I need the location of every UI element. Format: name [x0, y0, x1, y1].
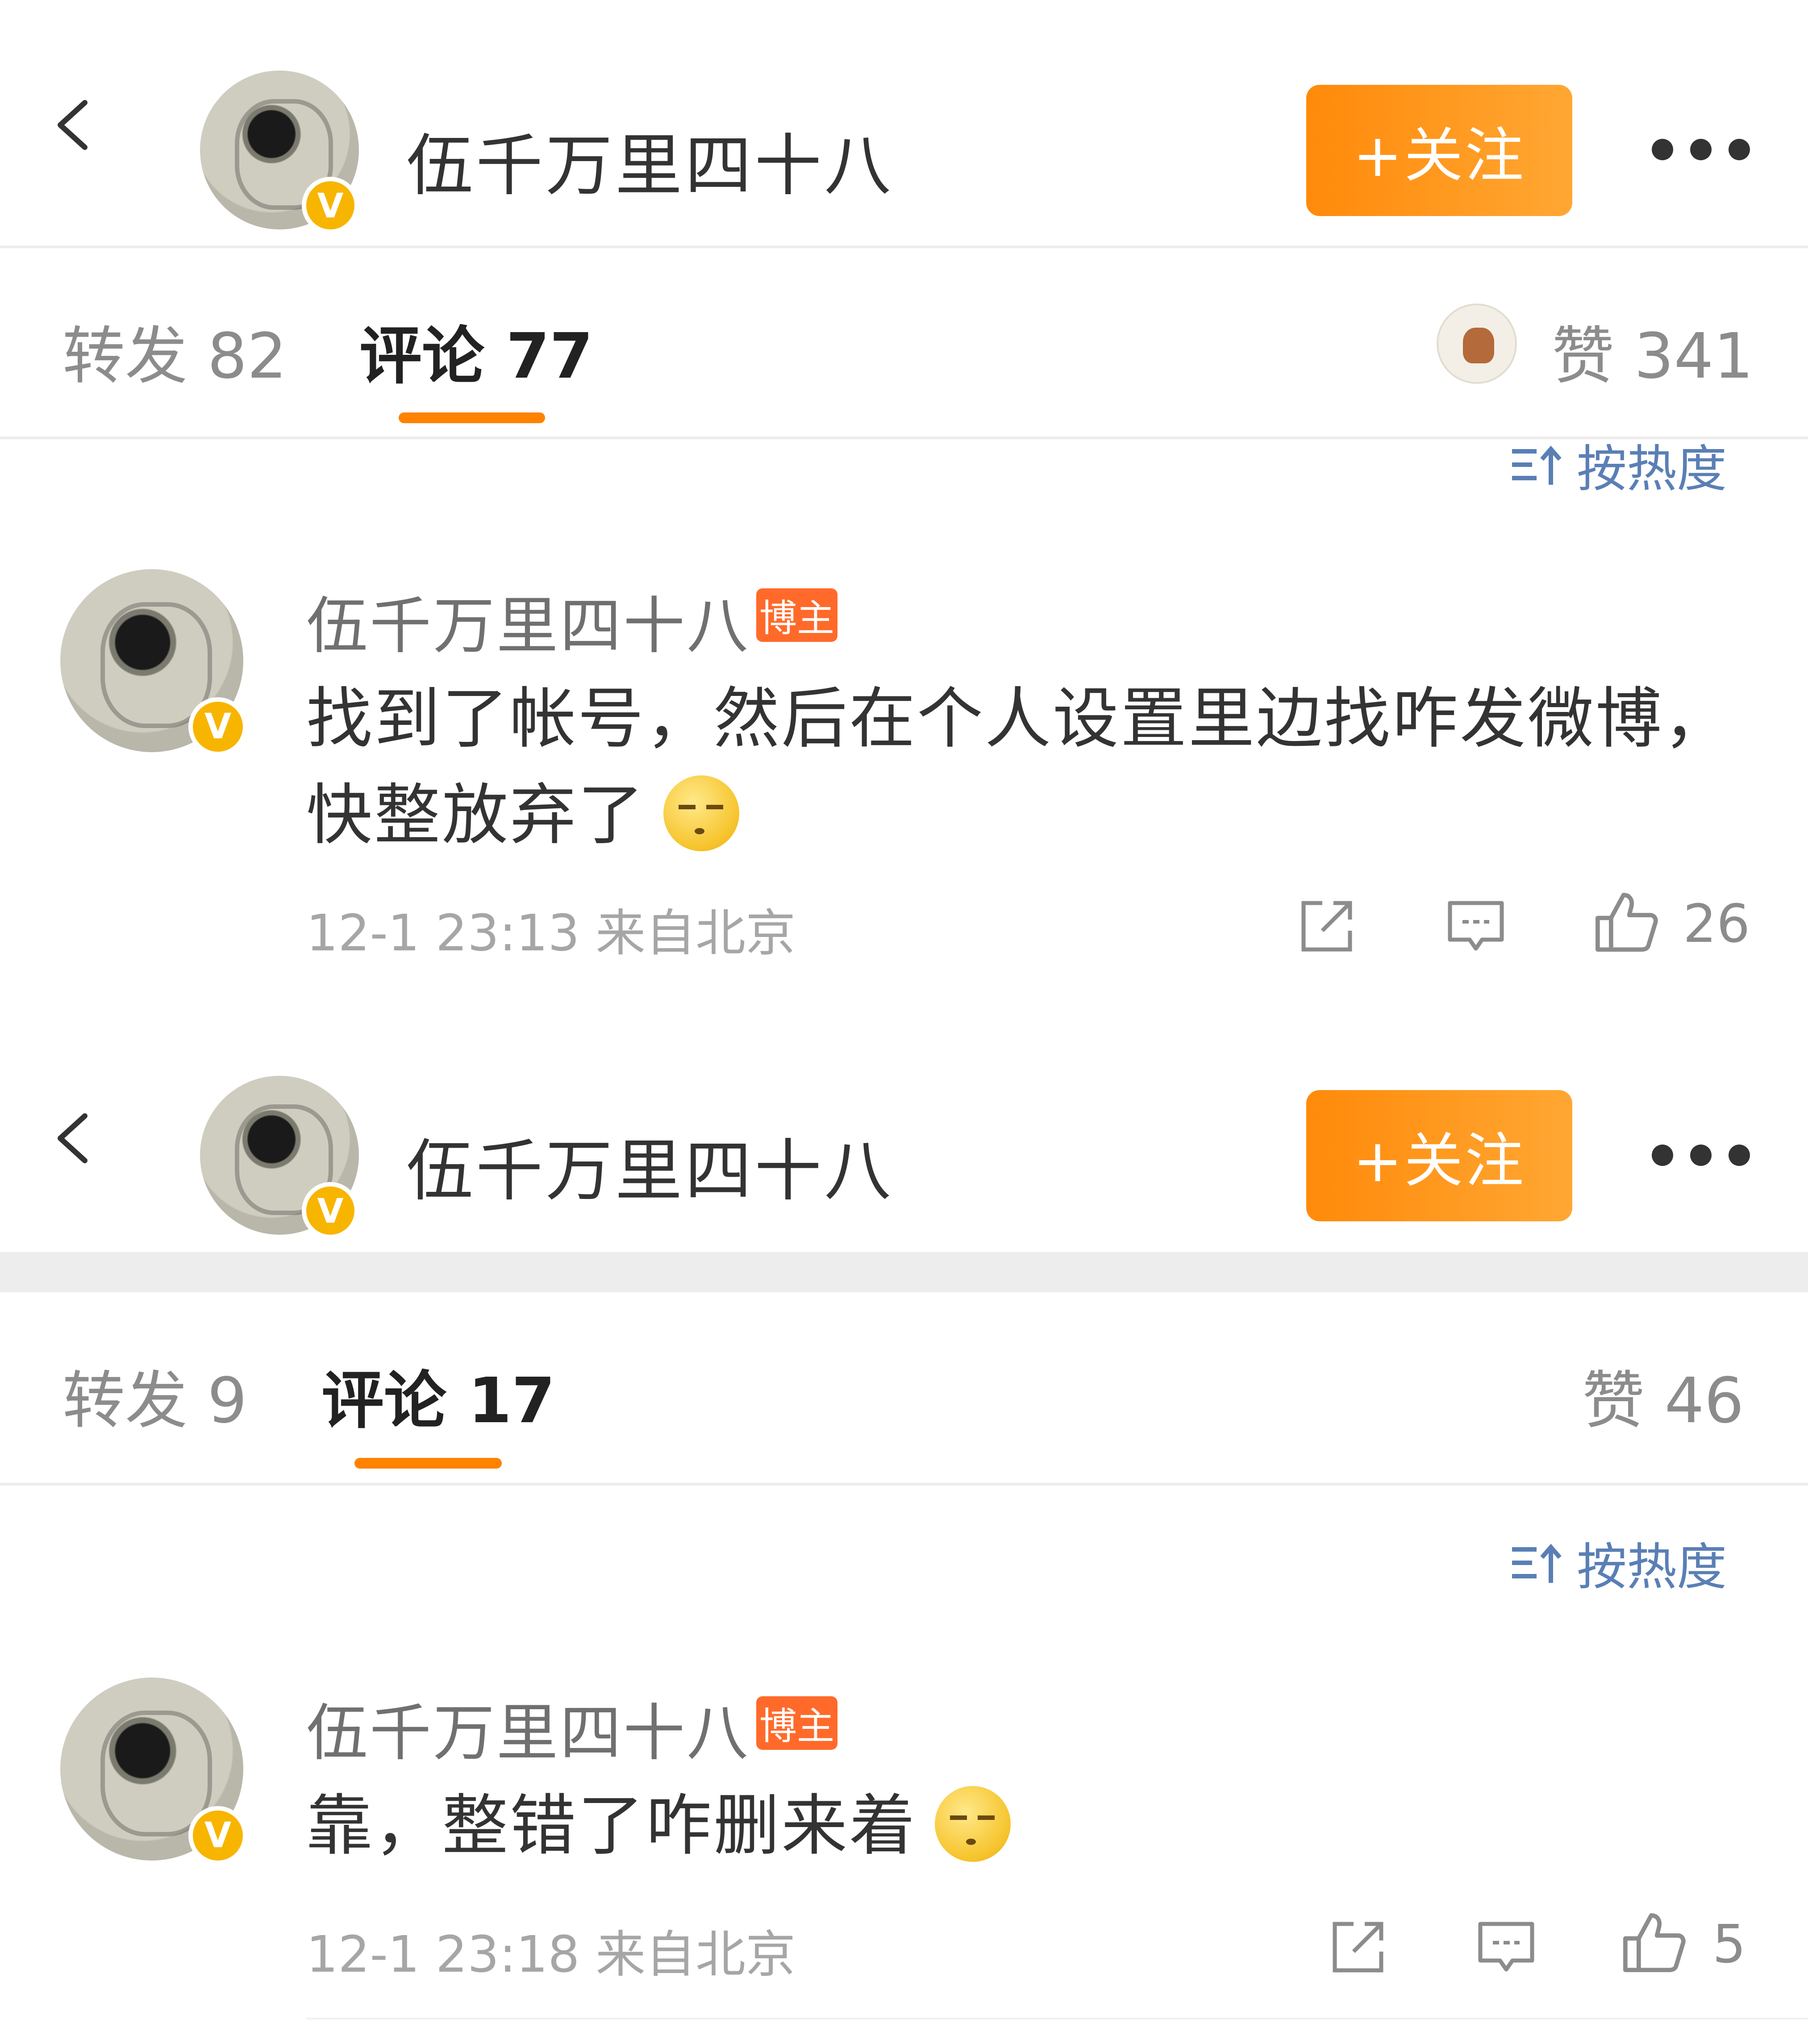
- sort-button[interactable]: 按热度: [1510, 1527, 1727, 1599]
- top-nav-bar: V 伍千万里四十八 +关注: [0, 1004, 1808, 1250]
- verified-badge: V: [302, 177, 359, 234]
- comment-text-fragment: 靠，整错了咋删来着: [306, 1787, 917, 1864]
- comment-author[interactable]: 伍千万里四十八: [306, 576, 750, 665]
- comment-author[interactable]: 伍千万里四十八: [306, 1683, 750, 1772]
- like-count: 5: [1712, 1913, 1746, 1975]
- comment-text-line: 找到了帐号，然后在个人设置里边找咋发微博，: [306, 680, 1731, 757]
- sort-label: 按热度: [1577, 1538, 1727, 1596]
- verified-badge: V: [188, 697, 247, 756]
- sort-button[interactable]: 按热度: [1510, 429, 1727, 501]
- liker-avatar: [1437, 304, 1517, 384]
- more-dots-icon[interactable]: [1652, 136, 1750, 163]
- host-tag: 博主: [756, 588, 837, 642]
- smirk-emoji-icon: [663, 775, 739, 851]
- thumbs-up-icon[interactable]: [1592, 888, 1659, 955]
- tab-likes[interactable]: 赞 341: [1552, 306, 1754, 396]
- top-nav-bar: V 伍千万里四十八 +关注: [0, 0, 1808, 246]
- divider: [0, 246, 1808, 248]
- divider: [0, 1483, 1808, 1486]
- smirk-emoji-icon: [935, 1786, 1011, 1862]
- active-tab-indicator: [399, 412, 545, 423]
- like-count: 26: [1683, 893, 1750, 954]
- tab-comments[interactable]: 评论 17: [321, 1350, 555, 1440]
- section-separator: [0, 1252, 1808, 1292]
- verified-badge: V: [302, 1182, 359, 1239]
- follow-button[interactable]: +关注: [1306, 85, 1572, 216]
- more-dots-icon[interactable]: [1652, 1142, 1750, 1169]
- tab-reposts[interactable]: 转发 82: [62, 306, 287, 396]
- active-tab-indicator: [354, 1458, 502, 1469]
- page-title[interactable]: 伍千万里四十八: [406, 112, 894, 208]
- share-icon[interactable]: [1327, 1916, 1389, 1978]
- tab-reposts[interactable]: 转发 9: [62, 1350, 247, 1440]
- tab-likes[interactable]: 赞 46: [1582, 1350, 1744, 1440]
- thumbs-up-icon[interactable]: [1620, 1909, 1687, 1976]
- comment-icon[interactable]: [1475, 1916, 1537, 1978]
- page-title[interactable]: 伍千万里四十八: [406, 1117, 894, 1214]
- comment-text-line-2: 快整放弃了: [306, 767, 1757, 863]
- host-tag: 博主: [756, 1696, 837, 1750]
- comment-text-line: 靠，整错了咋删来着: [306, 1778, 1757, 1874]
- comment-meta: 12-1 23:18 来自北京: [306, 1926, 796, 1984]
- comment-text: 靠，整错了咋删来着: [306, 1778, 1757, 1874]
- comment-text-fragment: 快整放弃了: [306, 777, 646, 853]
- sort-label: 按热度: [1577, 440, 1727, 498]
- comment-text: 找到了帐号，然后在个人设置里边找咋发微博， 快整放弃了: [306, 670, 1757, 863]
- follow-button[interactable]: +关注: [1306, 1090, 1572, 1221]
- chevron-left-icon[interactable]: [49, 1112, 103, 1165]
- sort-icon: [1512, 445, 1562, 485]
- chevron-left-icon[interactable]: [49, 98, 103, 152]
- tab-comments[interactable]: 评论 77: [359, 306, 593, 396]
- divider: [306, 2018, 1808, 2019]
- verified-badge: V: [188, 1806, 247, 1865]
- comment-icon[interactable]: [1445, 895, 1507, 957]
- comment-meta: 12-1 23:13 来自北京: [306, 904, 796, 962]
- share-icon[interactable]: [1296, 895, 1358, 957]
- sort-icon: [1512, 1544, 1562, 1583]
